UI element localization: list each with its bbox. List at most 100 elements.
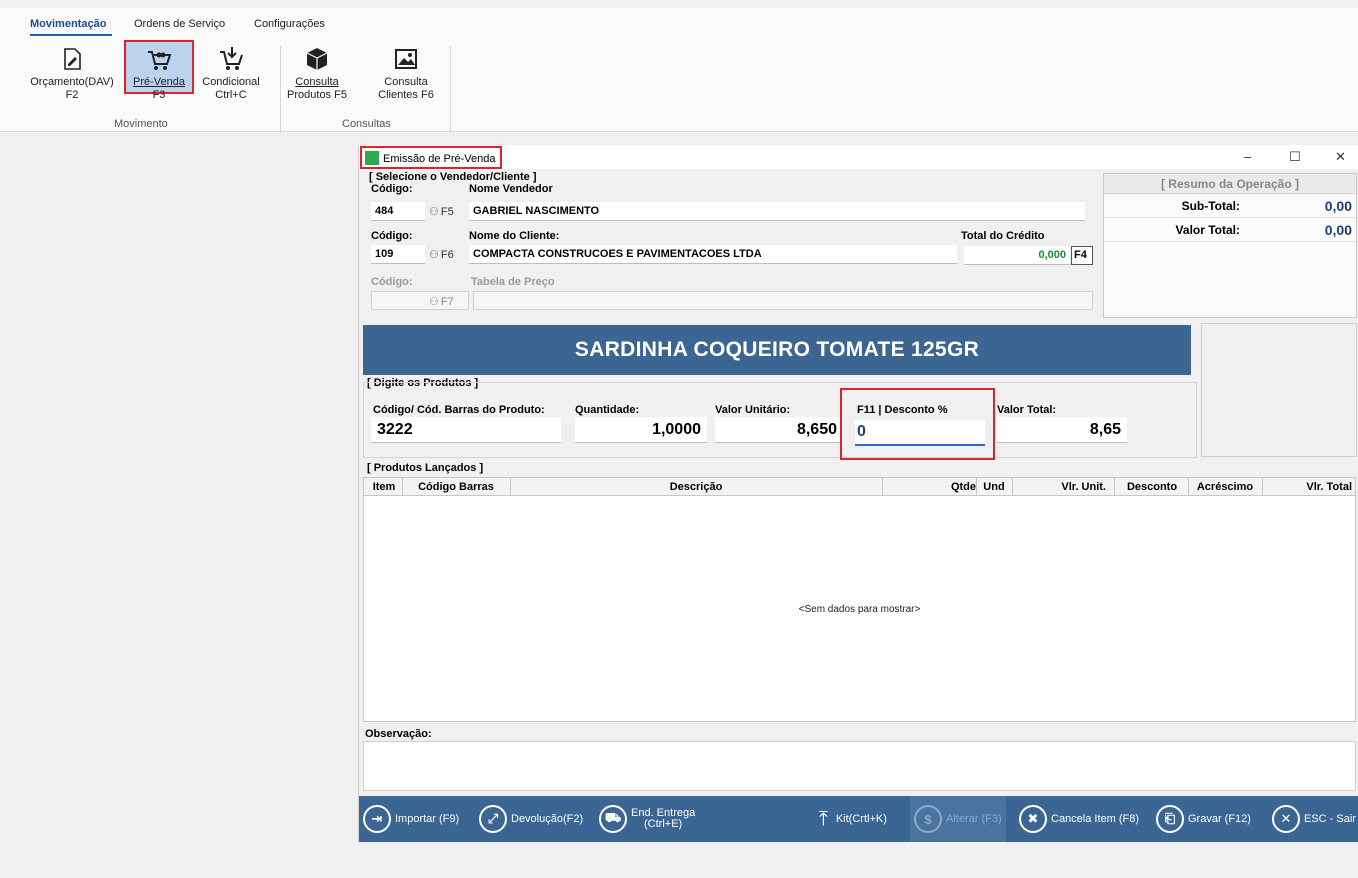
col-vlr-total[interactable]: Vlr. Total [1264, 481, 1352, 493]
cliente-key: F6 [440, 249, 454, 261]
person-search-icon: ⚇ [429, 249, 439, 261]
tabela-preco-label: Tabela de Preço [471, 276, 555, 288]
total-value: 0,00 [1324, 222, 1352, 238]
consulta-produtos-button[interactable]: Consulta Produtos F5 [284, 46, 350, 102]
ribbon: Movimentação Ordens de Serviço Configura… [0, 8, 1358, 134]
document-edit-icon [64, 48, 81, 70]
product-image-panel [1201, 323, 1357, 457]
image-icon [395, 49, 417, 69]
cancela-item-button[interactable]: ✖ Cancela Item (F8) [1019, 796, 1139, 842]
maximize-icon[interactable]: ☐ [1289, 149, 1301, 165]
consulta-produtos-key: Produtos F5 [287, 89, 347, 101]
cliente-codigo-field[interactable]: 109 [371, 245, 425, 264]
produtos-lancados-grid[interactable]: Item Código Barras Descrição Qtde Und Vl… [363, 477, 1356, 722]
col-qtde[interactable]: Qtde [884, 481, 976, 493]
alterar-label: Alterar (F3) [946, 813, 1002, 825]
produto-codigo-field[interactable]: 3222 [371, 417, 561, 443]
empty-grid-message: <Sem dados para mostrar> [798, 604, 921, 615]
col-vlr-unit[interactable]: Vlr. Unit. [1014, 481, 1106, 493]
box-icon [306, 48, 328, 70]
window-title-text: Emissão de Pré-Venda [383, 153, 496, 165]
produto-codigo-label: Código/ Cód. Barras do Produto: [373, 404, 545, 416]
subtotal-label: Sub-Total: [1181, 199, 1240, 213]
cliente-search-button[interactable]: ⚇ F6 [429, 245, 454, 264]
app-icon [365, 151, 379, 165]
sair-label: ESC - Sair [1304, 813, 1356, 825]
pre-venda-key: F3 [152, 89, 166, 101]
group-movimento-label: Movimento [114, 118, 168, 130]
valor-total-label: Valor Total: [997, 404, 1057, 416]
devolucao-label: Devolução(F2) [511, 813, 584, 825]
subtotal-value: 0,00 [1324, 198, 1352, 214]
action-toolbar: ⇥ Importar (F9) ⤢ Devolução(F2) ⛟ End. Entr… [359, 796, 1358, 842]
condicional-label: Condicional [202, 76, 260, 88]
end-entrega-line2: (Ctrl+E) [644, 818, 683, 830]
importar-button[interactable]: ⇥ Importar (F9) [363, 796, 459, 842]
valor-total-field: 8,65 [997, 417, 1127, 443]
credito-value: 0,000 [964, 246, 1070, 265]
col-acrescimo[interactable]: Acréscimo [1190, 481, 1260, 493]
kit-button[interactable]: ⤒ Kit(Crtl+K) [819, 796, 887, 842]
col-codigo-barras[interactable]: Código Barras [404, 481, 508, 493]
save-icon: ⎗ [1156, 805, 1184, 833]
tab-configuracoes[interactable]: Configurações [254, 18, 325, 30]
vendedor-section-title: [ Selecione o Vendedor/Cliente ] [369, 171, 537, 183]
alterar-button[interactable]: $ Alterar (F3) [910, 796, 1006, 842]
consulta-clientes-key: Clientes F6 [378, 89, 434, 101]
col-desconto[interactable]: Desconto [1116, 481, 1188, 493]
quantidade-field[interactable]: 1,0000 [575, 417, 707, 443]
tabela-preco-field[interactable] [473, 291, 1093, 310]
consulta-clientes-button[interactable]: Consulta Clientes F6 [374, 46, 438, 102]
minimize-icon[interactable]: – [1244, 149, 1251, 164]
cart-icon [148, 51, 172, 70]
group-consultas-label: Consultas [342, 118, 391, 130]
orcamento-button[interactable]: Orçamento(DAV) F2 [26, 46, 118, 102]
desconto-field[interactable]: 0 [855, 420, 985, 446]
tabela-search-button[interactable]: ⚇ F7 [429, 292, 454, 311]
resumo-title: [ Resumo da Operação ] [1104, 174, 1356, 194]
resumo-panel: [ Resumo da Operação ] Sub-Total: 0,00 V… [1103, 173, 1357, 318]
tabela-codigo-field[interactable] [371, 291, 469, 310]
tabela-codigo-label: Código: [371, 276, 413, 288]
end-entrega-label: End. Entrega (Ctrl+E) [631, 808, 695, 830]
vendedor-search-button[interactable]: ⚇ F5 [429, 202, 454, 221]
credito-label: Total do Crédito [961, 230, 1045, 242]
tab-ordens-servico[interactable]: Ordens de Serviço [134, 18, 225, 30]
valor-unitario-label: Valor Unitário: [715, 404, 791, 416]
gravar-button[interactable]: ⎗ Gravar (F12) [1156, 796, 1251, 842]
ribbon-separator [280, 46, 281, 134]
observacao-field[interactable] [363, 741, 1356, 791]
person-search-icon: ⚇ [429, 206, 439, 218]
return-icon: ⤢ [479, 805, 507, 833]
col-descricao[interactable]: Descrição [512, 481, 880, 493]
col-item[interactable]: Item [368, 481, 400, 493]
consulta-produtos-label: Consulta [295, 76, 339, 88]
upload-icon: ⤒ [819, 807, 828, 830]
devolucao-button[interactable]: ⤢ Devolução(F2) [479, 796, 583, 842]
valor-unitario-field[interactable]: 8,650 [715, 417, 843, 443]
condicional-button[interactable]: Condicional Ctrl+C [196, 46, 266, 102]
pre-venda-window: Emissão de Pré-Venda – ☐ ✕ [ Selecione o… [358, 145, 1358, 842]
gravar-label: Gravar (F12) [1188, 813, 1251, 825]
sair-button[interactable]: ✕ ESC - Sair [1272, 796, 1356, 842]
credito-f4-button[interactable]: F4 [1071, 246, 1093, 265]
truck-icon: ⛟ [599, 805, 627, 833]
vendedor-nome-field[interactable]: GABRIEL NASCIMENTO [469, 202, 1085, 221]
kit-label: Kit(Crtl+K) [835, 813, 887, 825]
cart-download-icon [220, 47, 243, 70]
orcamento-key: F2 [65, 89, 79, 101]
close-icon[interactable]: ✕ [1335, 149, 1346, 165]
pre-venda-button[interactable]: Pré-Venda F3 [124, 40, 194, 101]
cliente-nome-label: Nome do Cliente: [469, 230, 560, 242]
vendedor-codigo-field[interactable]: 484 [371, 202, 425, 221]
end-entrega-button[interactable]: ⛟ End. Entrega (Ctrl+E) [599, 796, 695, 842]
quantidade-label: Quantidade: [575, 404, 640, 416]
cliente-nome-field[interactable]: COMPACTA CONSTRUCOES E PAVIMENTACOES LTD… [469, 245, 957, 264]
active-tab-indicator [30, 34, 112, 36]
cliente-codigo-label: Código: [371, 230, 413, 242]
tabela-key: F7 [440, 296, 454, 308]
tab-movimentacao[interactable]: Movimentação [30, 18, 106, 30]
col-und[interactable]: Und [978, 481, 1010, 493]
import-icon: ⇥ [363, 805, 391, 833]
exit-icon: ✕ [1272, 805, 1300, 833]
